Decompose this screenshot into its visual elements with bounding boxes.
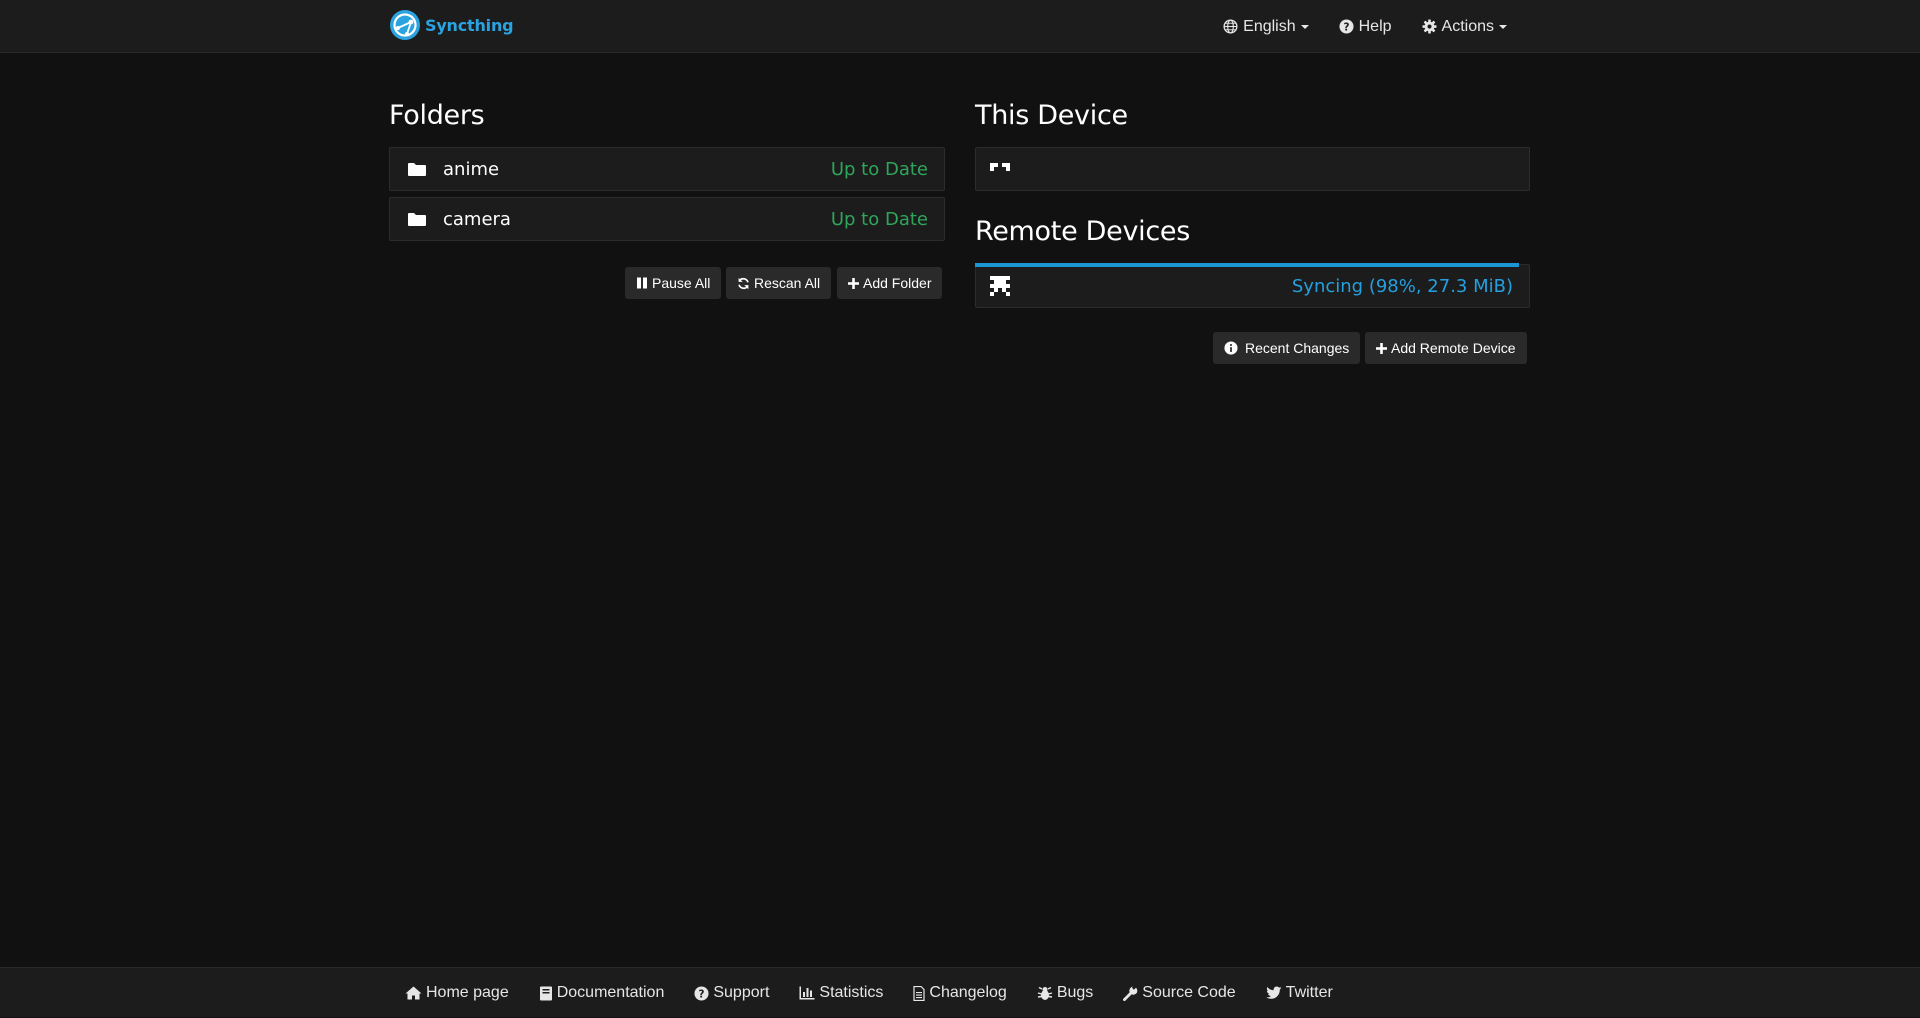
footer-link-label: Changelog	[929, 984, 1007, 1001]
language-dropdown[interactable]: English	[1208, 0, 1323, 53]
home-icon	[405, 986, 422, 1000]
footer-link-changelog[interactable]: Changelog	[913, 984, 1007, 1002]
navbar: Syncthing English ? Help Actions	[0, 0, 1920, 53]
sync-progress-bar	[975, 263, 1519, 267]
bar-chart-icon	[799, 986, 815, 1000]
footer-link-statistics[interactable]: Statistics	[799, 984, 883, 1002]
question-circle-icon: ?	[1339, 19, 1354, 34]
add-remote-device-button[interactable]: Add Remote Device	[1365, 332, 1527, 364]
footer-link-label: Home page	[426, 984, 509, 1001]
folder-icon	[408, 213, 426, 226]
footer-link-label: Documentation	[556, 984, 665, 1001]
footer-link-documentation[interactable]: Documentation	[539, 984, 665, 1002]
caret-down-icon	[1499, 24, 1507, 29]
folder-panel-anime[interactable]: anime Up to Date	[389, 147, 945, 191]
footer-link-support[interactable]: ? Support	[694, 984, 769, 1002]
add-folder-button[interactable]: Add Folder	[837, 267, 943, 299]
svg-text:?: ?	[1343, 21, 1349, 33]
footer-link-label: Support	[713, 984, 770, 1001]
folder-panel-camera[interactable]: camera Up to Date	[389, 197, 945, 241]
folder-icon	[408, 163, 426, 176]
folders-title: Folders	[389, 100, 485, 131]
footer-link-label: Twitter	[1285, 984, 1333, 1001]
footer-link-label: Source Code	[1142, 984, 1236, 1001]
pause-icon	[637, 277, 647, 289]
actions-dropdown[interactable]: Actions	[1407, 0, 1522, 53]
add-remote-device-label: Add Remote Device	[1391, 340, 1516, 356]
rescan-all-button[interactable]: Rescan All	[726, 267, 832, 299]
recent-changes-label: Recent Changes	[1245, 340, 1350, 356]
add-folder-label: Add Folder	[863, 275, 932, 291]
help-link[interactable]: ? Help	[1324, 0, 1407, 53]
globe-icon	[1223, 19, 1238, 34]
twitter-icon	[1265, 986, 1282, 999]
brand-link[interactable]: Syncthing	[389, 9, 514, 41]
book-icon	[539, 986, 552, 1000]
footer-link-source-code[interactable]: Source Code	[1123, 984, 1236, 1002]
footer-link-label: Statistics	[819, 984, 884, 1001]
question-circle-icon: ?	[694, 985, 709, 1001]
footer-link-bugs[interactable]: Bugs	[1037, 984, 1093, 1002]
footer-link-label: Bugs	[1056, 984, 1094, 1001]
this-device-title: This Device	[975, 100, 1128, 131]
footer: Home page Documentation ? Support Statis…	[0, 967, 1920, 1017]
navbar-menu: English ? Help Actions	[1208, 0, 1522, 53]
folder-status: Up to Date	[830, 208, 928, 230]
bug-icon	[1037, 986, 1053, 1000]
pause-all-label: Pause All	[652, 275, 711, 291]
remote-device-status: Syncing (98%, 27.3 MiB)	[1291, 275, 1513, 297]
device-identicon	[990, 163, 1010, 171]
gear-icon	[1422, 19, 1437, 34]
footer-link-twitter[interactable]: Twitter	[1265, 984, 1333, 1002]
help-label: Help	[1358, 17, 1392, 35]
svg-text:?: ?	[699, 988, 705, 1000]
footer-links: Home page Documentation ? Support Statis…	[405, 968, 1363, 1018]
plus-icon	[1376, 342, 1387, 354]
plus-icon	[848, 277, 859, 289]
syncthing-logo-icon	[390, 10, 420, 40]
remote-devices-title: Remote Devices	[975, 216, 1190, 247]
caret-down-icon	[1300, 24, 1309, 29]
language-label: English	[1243, 17, 1296, 35]
refresh-icon	[738, 277, 749, 289]
info-circle-icon	[1224, 341, 1238, 355]
rescan-all-label: Rescan All	[754, 275, 821, 291]
brand-name: Syncthing	[425, 15, 514, 35]
pause-all-button[interactable]: Pause All	[625, 267, 722, 299]
folder-name: camera	[443, 208, 511, 230]
file-text-icon	[913, 985, 926, 1001]
wrench-icon	[1123, 985, 1138, 1001]
folder-status: Up to Date	[830, 158, 928, 180]
device-identicon	[990, 276, 1010, 296]
this-device-panel[interactable]	[975, 147, 1530, 191]
actions-label: Actions	[1441, 17, 1494, 35]
remote-device-panel[interactable]: Syncing (98%, 27.3 MiB)	[975, 264, 1530, 308]
recent-changes-button[interactable]: Recent Changes	[1213, 332, 1361, 364]
footer-link-home-page[interactable]: Home page	[405, 984, 509, 1002]
folder-name: anime	[443, 158, 500, 180]
